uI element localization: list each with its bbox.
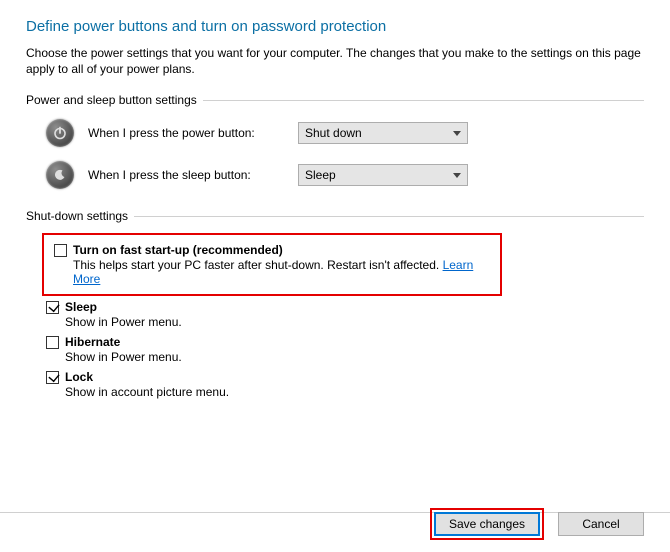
power-button-value: Shut down	[305, 126, 453, 140]
lock-sub: Show in account picture menu.	[65, 385, 644, 399]
power-icon	[46, 119, 74, 147]
hibernate-checkbox[interactable]	[46, 336, 59, 349]
sleep-button-label: When I press the sleep button:	[88, 168, 298, 182]
sleep-button-value: Sleep	[305, 168, 453, 182]
sleep-button-select[interactable]: Sleep	[298, 164, 468, 186]
sleep-checkbox[interactable]	[46, 301, 59, 314]
chevron-down-icon	[453, 131, 461, 136]
sleep-title: Sleep	[65, 300, 97, 314]
fast-startup-checkbox[interactable]	[54, 244, 67, 257]
divider	[203, 100, 644, 101]
highlight-save: Save changes	[430, 508, 544, 540]
lock-checkbox[interactable]	[46, 371, 59, 384]
highlight-fast-startup: Turn on fast start-up (recommended) This…	[42, 233, 502, 296]
chevron-down-icon	[453, 173, 461, 178]
page-description: Choose the power settings that you want …	[26, 45, 644, 77]
group-label: Power and sleep button settings	[26, 93, 203, 107]
power-button-label: When I press the power button:	[88, 126, 298, 140]
save-changes-button[interactable]: Save changes	[434, 512, 540, 536]
cancel-button[interactable]: Cancel	[558, 512, 644, 536]
power-button-select[interactable]: Shut down	[298, 122, 468, 144]
hibernate-title: Hibernate	[65, 335, 120, 349]
page-title: Define power buttons and turn on passwor…	[26, 18, 644, 35]
sleep-icon	[46, 161, 74, 189]
group-label: Shut-down settings	[26, 209, 134, 223]
hibernate-sub: Show in Power menu.	[65, 350, 644, 364]
lock-title: Lock	[65, 370, 93, 384]
fast-startup-sub: This helps start your PC faster after sh…	[73, 258, 443, 272]
group-header-shutdown: Shut-down settings	[26, 209, 644, 223]
group-header-power-sleep: Power and sleep button settings	[26, 93, 644, 107]
power-button-row: When I press the power button: Shut down	[46, 117, 644, 149]
fast-startup-title: Turn on fast start-up (recommended)	[73, 243, 283, 257]
sleep-button-row: When I press the sleep button: Sleep	[46, 159, 644, 191]
divider	[134, 216, 644, 217]
sleep-sub: Show in Power menu.	[65, 315, 644, 329]
